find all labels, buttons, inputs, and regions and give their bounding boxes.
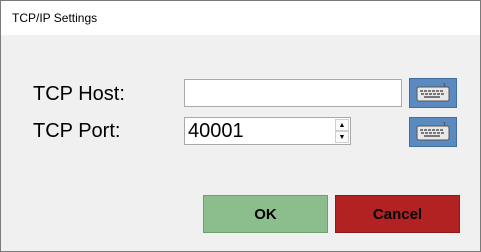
cancel-button[interactable]: Cancel	[335, 195, 460, 233]
ok-button-label: OK	[254, 205, 277, 223]
ok-button[interactable]: OK	[203, 195, 328, 233]
window-title: TCP/IP Settings	[12, 11, 98, 25]
spin-down-button[interactable]: ▼	[335, 131, 349, 143]
settings-dialog: TCP/IP Settings TCP Host: TCP Port: ▲ ▼	[0, 0, 481, 252]
tcp-port-label: TCP Port:	[33, 120, 121, 142]
tcp-port-stepper[interactable]: ▲ ▼	[184, 117, 351, 145]
spin-up-button[interactable]: ▲	[335, 119, 349, 131]
tcp-port-input[interactable]	[185, 118, 333, 144]
port-keyboard-button[interactable]	[409, 117, 457, 147]
chevron-up-icon: ▲	[338, 121, 346, 129]
cancel-button-label: Cancel	[372, 205, 423, 223]
host-keyboard-button[interactable]	[409, 78, 457, 108]
keyboard-icon	[416, 83, 450, 102]
tcp-host-label: TCP Host:	[33, 83, 125, 105]
tcp-host-input[interactable]	[184, 79, 402, 107]
keyboard-icon	[416, 122, 450, 141]
chevron-down-icon: ▼	[338, 133, 346, 141]
title-bar: TCP/IP Settings	[1, 1, 480, 35]
